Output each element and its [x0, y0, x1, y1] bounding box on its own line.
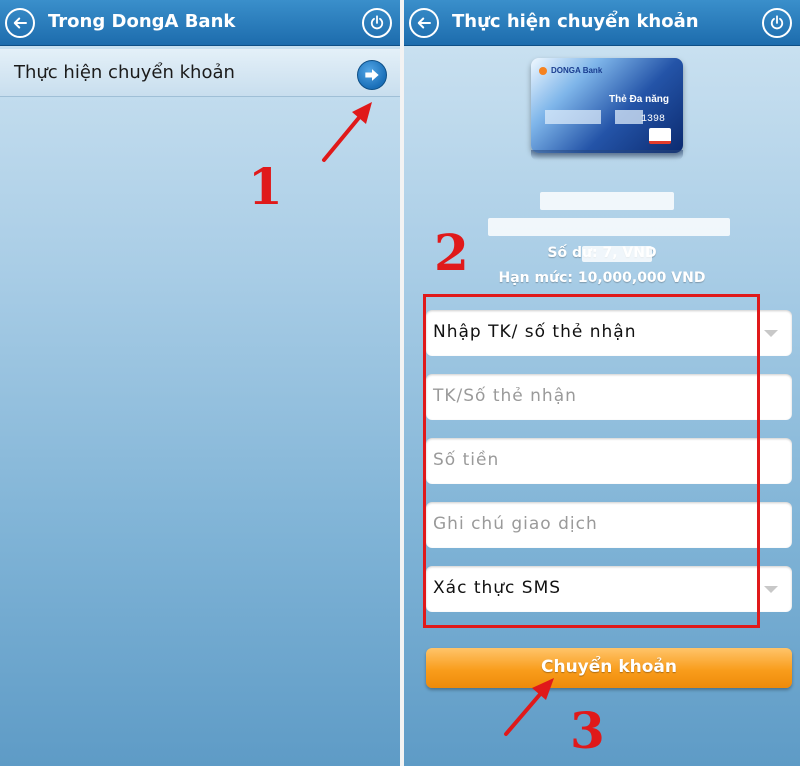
- card-bank-name: DONGA Bank: [551, 66, 603, 75]
- annotation-arrow-3: [504, 678, 554, 736]
- card-reflection: [531, 150, 683, 160]
- card-number-blur: [545, 110, 601, 124]
- right-screen: Thực hiện chuyển khoản DONGA Bank Thẻ Đa…: [404, 0, 800, 766]
- right-header: Thực hiện chuyển khoản: [404, 0, 800, 46]
- transfer-submit-button[interactable]: Chuyển khoản: [426, 648, 792, 688]
- left-screen: Trong DongA Bank Thực hiện chuyển khoản …: [0, 0, 400, 766]
- annotation-number-2: 2: [434, 223, 469, 282]
- power-button[interactable]: [762, 8, 792, 38]
- account-number-blur: [488, 218, 730, 236]
- card-type: Thẻ Đa năng: [608, 94, 669, 105]
- submit-button-label: Chuyển khoản: [541, 657, 677, 677]
- header-title: Thực hiện chuyển khoản: [452, 11, 699, 32]
- annotation-number-3: 3: [570, 701, 605, 760]
- header-title: Trong DongA Bank: [48, 11, 236, 32]
- back-arrow-icon: [417, 17, 431, 29]
- bank-card: DONGA Bank Thẻ Đa năng 1398: [531, 58, 683, 153]
- annotation-highlight-box: [423, 294, 760, 628]
- menu-item-label: Thực hiện chuyển khoản: [14, 62, 235, 83]
- power-icon: [370, 15, 384, 30]
- dropdown-caret-icon: [764, 586, 778, 593]
- card-logo: DONGA Bank: [539, 66, 602, 75]
- account-name-blur: [540, 192, 674, 210]
- card-number: 1398: [640, 114, 665, 125]
- dropdown-caret-icon: [764, 330, 778, 337]
- donga-logo-icon: [539, 66, 547, 75]
- annotation-number-1: 1: [248, 157, 283, 216]
- back-button[interactable]: [5, 8, 35, 38]
- back-button[interactable]: [409, 8, 439, 38]
- balance-blur: [582, 246, 652, 262]
- power-icon: [770, 15, 784, 30]
- card-brand-icon: [649, 128, 671, 144]
- arrow-right-icon: [365, 69, 379, 81]
- annotation-arrow-1: [322, 102, 372, 162]
- back-arrow-icon: [13, 17, 27, 29]
- power-button[interactable]: [362, 8, 392, 38]
- go-button[interactable]: [357, 60, 387, 90]
- left-header: Trong DongA Bank: [0, 0, 400, 46]
- card-number-blur: [615, 110, 643, 124]
- menu-item-transfer[interactable]: Thực hiện chuyển khoản: [0, 49, 400, 97]
